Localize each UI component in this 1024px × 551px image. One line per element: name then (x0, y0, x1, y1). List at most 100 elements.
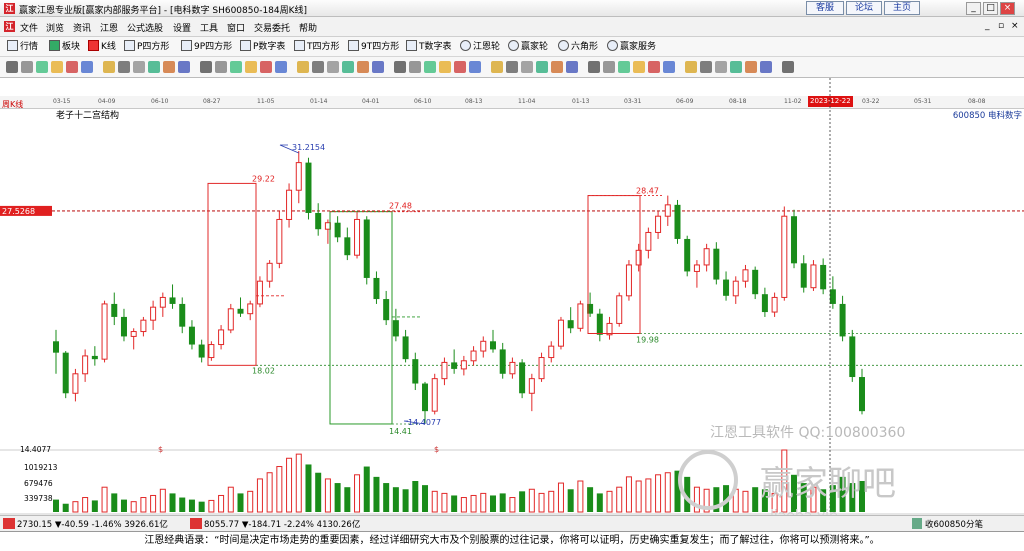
maximize-icon[interactable]: □ (983, 2, 998, 15)
draw-tool-icon[interactable] (260, 61, 272, 73)
volume-bar (645, 478, 652, 513)
draw-tool-icon[interactable] (454, 61, 466, 73)
menu-help[interactable]: 帮助 (299, 21, 317, 34)
tool-sector[interactable]: 板块 (49, 40, 80, 54)
menu-file[interactable]: 文件 (20, 21, 38, 34)
child-minimize-icon[interactable]: _ (985, 21, 990, 31)
draw-tool-icon[interactable] (685, 61, 697, 73)
draw-tool-icon[interactable] (66, 61, 78, 73)
service-link[interactable]: 客服 (806, 1, 844, 15)
menu-settings[interactable]: 设置 (173, 21, 191, 34)
tick-detail-text[interactable]: 收600850分笔 (925, 518, 983, 530)
tool-gann-wheel[interactable]: 江恩轮 (460, 40, 500, 54)
menu-formula[interactable]: 公式选股 (127, 21, 163, 34)
forum-link[interactable]: 论坛 (846, 1, 882, 15)
draw-tool-icon[interactable] (715, 61, 727, 73)
draw-tool-icon[interactable] (521, 61, 533, 73)
draw-tool-icon[interactable] (312, 61, 324, 73)
draw-tool-icon[interactable] (327, 61, 339, 73)
p-table-icon (240, 40, 251, 51)
menu-tools[interactable]: 工具 (200, 21, 218, 34)
volume-bar (470, 494, 477, 513)
volume-bar (557, 482, 564, 513)
menu-info[interactable]: 资讯 (73, 21, 91, 34)
draw-tool-icon[interactable] (603, 61, 615, 73)
draw-tool-icon[interactable] (618, 61, 630, 73)
draw-tool-icon[interactable] (588, 61, 600, 73)
draw-tool-icon[interactable] (409, 61, 421, 73)
draw-tool-icon[interactable] (297, 61, 309, 73)
draw-tool-icon[interactable] (178, 61, 190, 73)
draw-tool-icon[interactable] (491, 61, 503, 73)
draw-tool-icon[interactable] (760, 61, 772, 73)
draw-tool-icon[interactable] (133, 61, 145, 73)
tool-p-table[interactable]: P数字表 (240, 40, 285, 54)
tool-kline[interactable]: K线 (88, 40, 116, 54)
draw-tool-icon[interactable] (663, 61, 675, 73)
draw-tool-icon[interactable] (782, 61, 794, 73)
tool-quotes[interactable]: 行情 (7, 40, 38, 54)
draw-tool-icon[interactable] (118, 61, 130, 73)
event-mark: $ (158, 445, 163, 454)
tool-9p-square[interactable]: 9P四方形 (181, 40, 232, 54)
tool-p-square[interactable]: P四方形 (124, 40, 169, 54)
draw-tool-icon[interactable] (21, 61, 33, 73)
draw-tool-icon[interactable] (275, 61, 287, 73)
tool-service[interactable]: 赢家服务 (607, 40, 656, 54)
menu-browse[interactable]: 浏览 (46, 21, 64, 34)
draw-tool-icon[interactable] (424, 61, 436, 73)
draw-tool-icon[interactable] (6, 61, 18, 73)
sh-index-text[interactable]: 2730.15 ▼-40.59 -1.46% 3926.61亿 (17, 518, 168, 530)
draw-tool-icon[interactable] (200, 61, 212, 73)
draw-tool-icon[interactable] (103, 61, 115, 73)
draw-tool-icon[interactable] (245, 61, 257, 73)
volume-bar (567, 489, 574, 512)
draw-tool-icon[interactable] (372, 61, 384, 73)
draw-tool-icon[interactable] (730, 61, 742, 73)
volume-bar (596, 493, 603, 512)
draw-tool-icon[interactable] (51, 61, 63, 73)
menu-gann[interactable]: 江恩 (100, 21, 118, 34)
draw-tool-icon[interactable] (633, 61, 645, 73)
sz-index-text[interactable]: 8055.77 ▼-184.71 -2.24% 4130.26亿 (204, 518, 360, 530)
annotation-box1-top: 29.22 (252, 174, 275, 183)
volume-bar (422, 485, 429, 512)
grid-icon (7, 40, 18, 51)
tool-t-square[interactable]: T四方形 (294, 40, 340, 54)
candlestick-chart[interactable]: 27.5268 老子十二宫结构 600850 电科数字 31.2154 29.22 27.… (0, 78, 1024, 515)
draw-tool-icon[interactable] (648, 61, 660, 73)
candle-body (169, 297, 176, 304)
candle-body (53, 341, 59, 353)
menu-window[interactable]: 窗口 (227, 21, 245, 34)
draw-tool-icon[interactable] (700, 61, 712, 73)
menu-trade[interactable]: 交易委托 (254, 21, 290, 34)
draw-tool-icon[interactable] (342, 61, 354, 73)
draw-tool-icon[interactable] (566, 61, 578, 73)
tool-hexagon[interactable]: 六角形 (558, 40, 598, 54)
draw-tool-icon[interactable] (506, 61, 518, 73)
draw-tool-icon[interactable] (536, 61, 548, 73)
draw-tool-icon[interactable] (36, 61, 48, 73)
draw-tool-icon[interactable] (394, 61, 406, 73)
close-icon[interactable]: × (1000, 2, 1015, 15)
draw-tool-icon[interactable] (230, 61, 242, 73)
home-link[interactable]: 主页 (884, 1, 920, 15)
tool-t-table[interactable]: T数字表 (406, 40, 452, 54)
draw-tool-icon[interactable] (745, 61, 757, 73)
draw-tool-icon[interactable] (469, 61, 481, 73)
draw-tool-icon[interactable] (551, 61, 563, 73)
tool-winner-wheel[interactable]: 赢家轮 (508, 40, 548, 54)
candle-body (412, 359, 419, 384)
candle-body (509, 361, 516, 375)
minimize-icon[interactable]: _ (966, 2, 981, 15)
volume-bar (218, 494, 225, 513)
draw-tool-icon[interactable] (81, 61, 93, 73)
draw-tool-icon[interactable] (163, 61, 175, 73)
child-restore-icon[interactable]: ▫ (998, 21, 1004, 31)
draw-tool-icon[interactable] (148, 61, 160, 73)
draw-tool-icon[interactable] (357, 61, 369, 73)
draw-tool-icon[interactable] (439, 61, 451, 73)
draw-tool-icon[interactable] (215, 61, 227, 73)
tool-9t-square[interactable]: 9T四方形 (348, 40, 399, 54)
child-close-icon[interactable]: × (1011, 21, 1019, 31)
